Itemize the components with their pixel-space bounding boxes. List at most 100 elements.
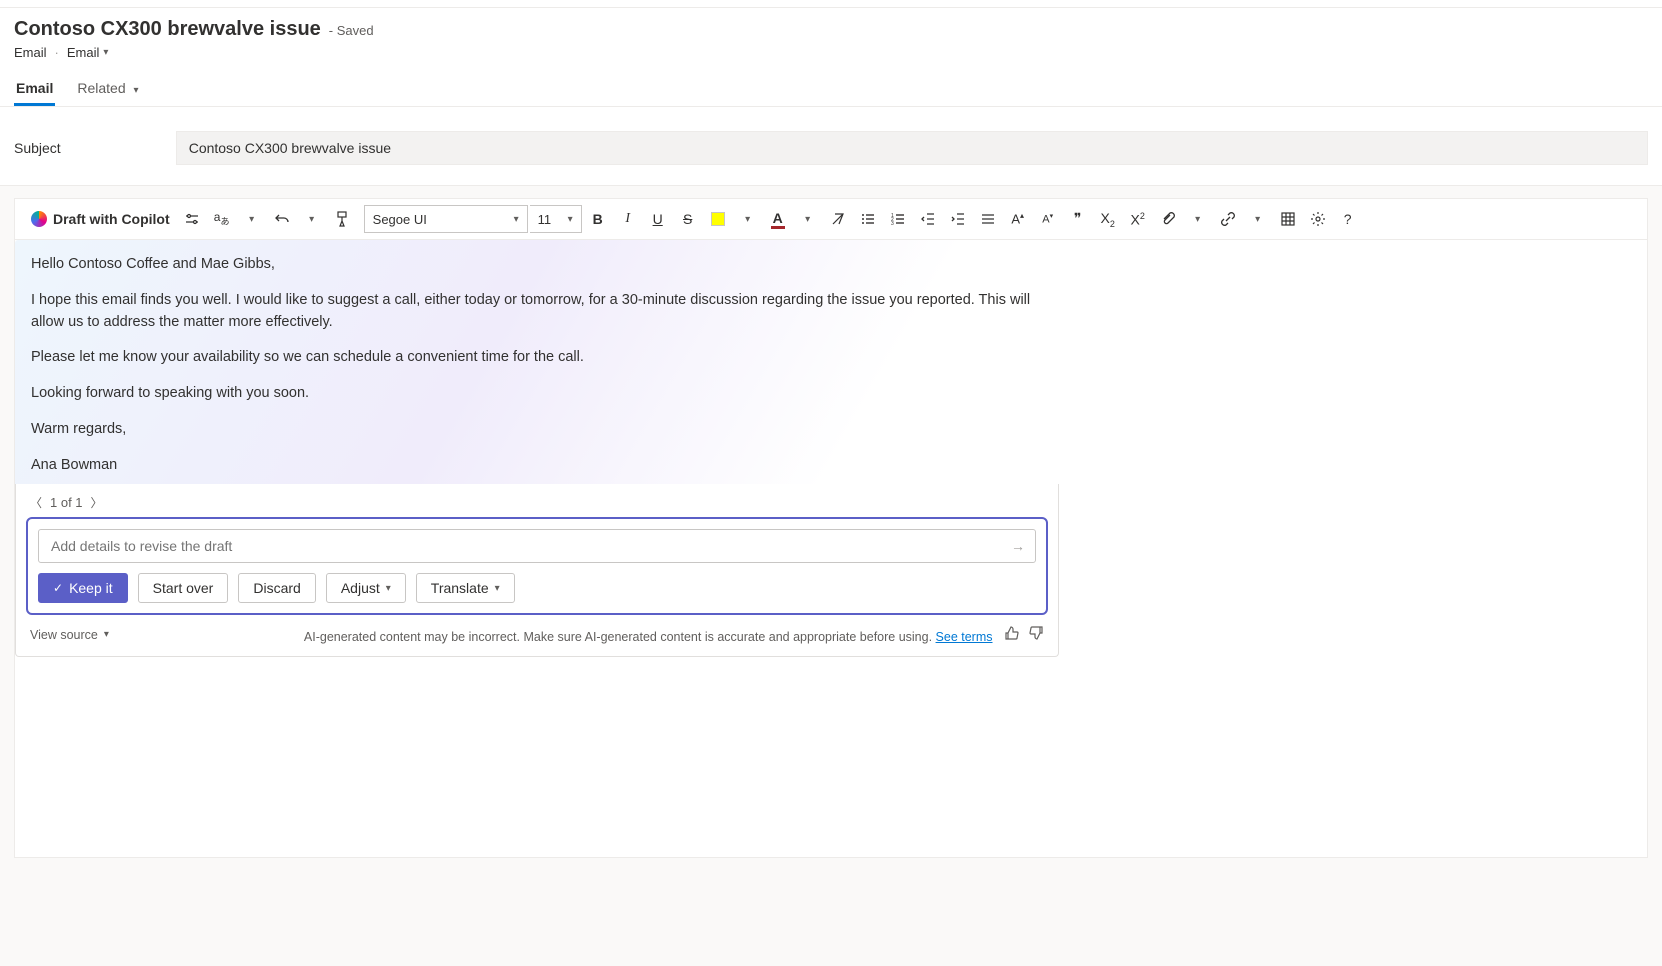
align-button[interactable] <box>974 205 1002 233</box>
thumbs-up-button[interactable] <box>1004 625 1020 644</box>
translate-button[interactable]: Translate ▾ <box>416 573 515 603</box>
pager-status: 1 of 1 <box>50 495 83 510</box>
disclaimer-row: AI-generated content may be incorrect. M… <box>304 625 1044 644</box>
copilot-label: Draft with Copilot <box>53 211 170 227</box>
keep-it-button[interactable]: ✓ Keep it <box>38 573 128 603</box>
increase-font-button[interactable]: A▴ <box>1004 205 1032 233</box>
language-dropdown[interactable]: ▾ <box>238 205 266 233</box>
copilot-icon <box>31 211 47 227</box>
breadcrumb-entity-dropdown[interactable]: Email ▾ <box>67 45 109 60</box>
font-family-value: Segoe UI <box>373 212 427 227</box>
translate-label: Translate <box>431 580 489 596</box>
editor-container: Draft with Copilot aあ ▾ ▾ Segoe UI ▾ 11 … <box>0 186 1662 870</box>
settings-button[interactable] <box>1304 205 1332 233</box>
chevron-down-icon: ▾ <box>104 629 109 640</box>
breadcrumb-separator: · <box>55 45 59 60</box>
tab-related-label: Related <box>77 80 125 96</box>
email-paragraph: Hello Contoso Coffee and Mae Gibbs, <box>31 254 1041 276</box>
bold-button[interactable]: B <box>584 205 612 233</box>
email-paragraph: Warm regards, <box>31 419 1041 441</box>
chevron-down-icon: ▾ <box>386 583 391 594</box>
pager-prev-button[interactable]: 〈 <box>30 494 42 511</box>
undo-dropdown[interactable]: ▾ <box>298 205 326 233</box>
subject-input[interactable] <box>176 131 1648 165</box>
revise-box: → ✓ Keep it Start over Discard Adjust <box>26 517 1048 615</box>
window-chrome-strip <box>0 0 1662 8</box>
save-status: - Saved <box>329 23 374 38</box>
chevron-down-icon: ▾ <box>568 214 573 225</box>
highlight-button[interactable] <box>704 205 732 233</box>
undo-button[interactable] <box>268 205 296 233</box>
discard-label: Discard <box>253 580 300 596</box>
thumbs-down-button[interactable] <box>1028 625 1044 644</box>
tab-email[interactable]: Email <box>14 74 55 106</box>
outdent-button[interactable] <box>914 205 942 233</box>
link-button[interactable] <box>1214 205 1242 233</box>
attachment-button[interactable] <box>1154 205 1182 233</box>
font-color-button[interactable]: A <box>764 205 792 233</box>
breadcrumb: Email · Email ▾ <box>14 45 1648 60</box>
page-title: Contoso CX300 brewvalve issue <box>14 18 321 41</box>
chevron-down-icon: ▾ <box>134 85 139 96</box>
quote-button[interactable]: ❞ <box>1064 205 1092 233</box>
breadcrumb-entity-label: Email <box>67 45 100 60</box>
chevron-down-icon: ▾ <box>514 214 519 225</box>
email-paragraph: Please let me know your availability so … <box>31 347 1041 369</box>
svg-text:1: 1 <box>891 213 894 219</box>
send-revise-button[interactable]: → <box>1011 538 1025 554</box>
format-painter-icon[interactable] <box>328 205 356 233</box>
superscript-button[interactable]: X2 <box>1124 205 1152 233</box>
adjust-label: Adjust <box>341 580 380 596</box>
link-dropdown[interactable]: ▾ <box>1244 205 1272 233</box>
draft-pager: 〈 1 of 1 〉 <box>26 492 1048 517</box>
clear-format-button[interactable] <box>824 205 852 233</box>
view-source-label: View source <box>30 628 98 642</box>
pager-next-button[interactable]: 〉 <box>91 494 103 511</box>
check-icon: ✓ <box>53 581 63 595</box>
email-body-editor[interactable]: Hello Contoso Coffee and Mae Gibbs, I ho… <box>15 240 1059 484</box>
chevron-down-icon: ▾ <box>103 47 108 58</box>
email-signature-name: Ana Bowman <box>31 455 1041 477</box>
see-terms-link[interactable]: See terms <box>936 630 993 644</box>
font-color-dropdown[interactable]: ▾ <box>794 205 822 233</box>
disclaimer-text: AI-generated content may be incorrect. M… <box>304 630 932 644</box>
revise-input-wrapper: → <box>38 529 1036 563</box>
bullet-list-button[interactable] <box>854 205 882 233</box>
page-header: Contoso CX300 brewvalve issue - Saved Em… <box>0 8 1662 107</box>
svg-text:3: 3 <box>891 221 894 227</box>
language-icon[interactable]: aあ <box>208 205 236 233</box>
decrease-font-button[interactable]: A▾ <box>1034 205 1062 233</box>
editor-toolbar: Draft with Copilot aあ ▾ ▾ Segoe UI ▾ 11 … <box>15 199 1647 240</box>
start-over-button[interactable]: Start over <box>138 573 229 603</box>
font-size-select[interactable]: 11 ▾ <box>530 205 582 233</box>
keep-it-label: Keep it <box>69 580 113 596</box>
subject-row: Subject <box>0 107 1662 186</box>
discard-button[interactable]: Discard <box>238 573 315 603</box>
editor-empty-space[interactable] <box>15 657 1647 857</box>
underline-button[interactable]: U <box>644 205 672 233</box>
font-size-value: 11 <box>538 212 552 227</box>
attachment-dropdown[interactable]: ▾ <box>1184 205 1212 233</box>
adjust-button[interactable]: Adjust ▾ <box>326 573 406 603</box>
subscript-button[interactable]: X2 <box>1094 205 1122 233</box>
font-family-select[interactable]: Segoe UI ▾ <box>364 205 528 233</box>
table-button[interactable] <box>1274 205 1302 233</box>
view-source-button[interactable]: View source ▾ <box>30 628 109 642</box>
strikethrough-button[interactable]: S <box>674 205 702 233</box>
subject-label: Subject <box>14 140 61 156</box>
tab-email-label: Email <box>16 80 53 96</box>
copilot-settings-icon[interactable] <box>178 205 206 233</box>
revise-input[interactable] <box>51 538 1001 554</box>
help-button[interactable]: ? <box>1334 205 1362 233</box>
svg-text:2: 2 <box>891 217 894 223</box>
email-paragraph: I hope this email finds you well. I woul… <box>31 290 1041 334</box>
breadcrumb-root[interactable]: Email <box>14 45 47 60</box>
email-paragraph: Looking forward to speaking with you soo… <box>31 383 1041 405</box>
italic-button[interactable]: I <box>614 205 642 233</box>
numbered-list-button[interactable]: 123 <box>884 205 912 233</box>
start-over-label: Start over <box>153 580 214 596</box>
tab-related[interactable]: Related ▾ <box>75 74 140 106</box>
draft-with-copilot-button[interactable]: Draft with Copilot <box>25 211 176 227</box>
highlight-dropdown[interactable]: ▾ <box>734 205 762 233</box>
indent-button[interactable] <box>944 205 972 233</box>
